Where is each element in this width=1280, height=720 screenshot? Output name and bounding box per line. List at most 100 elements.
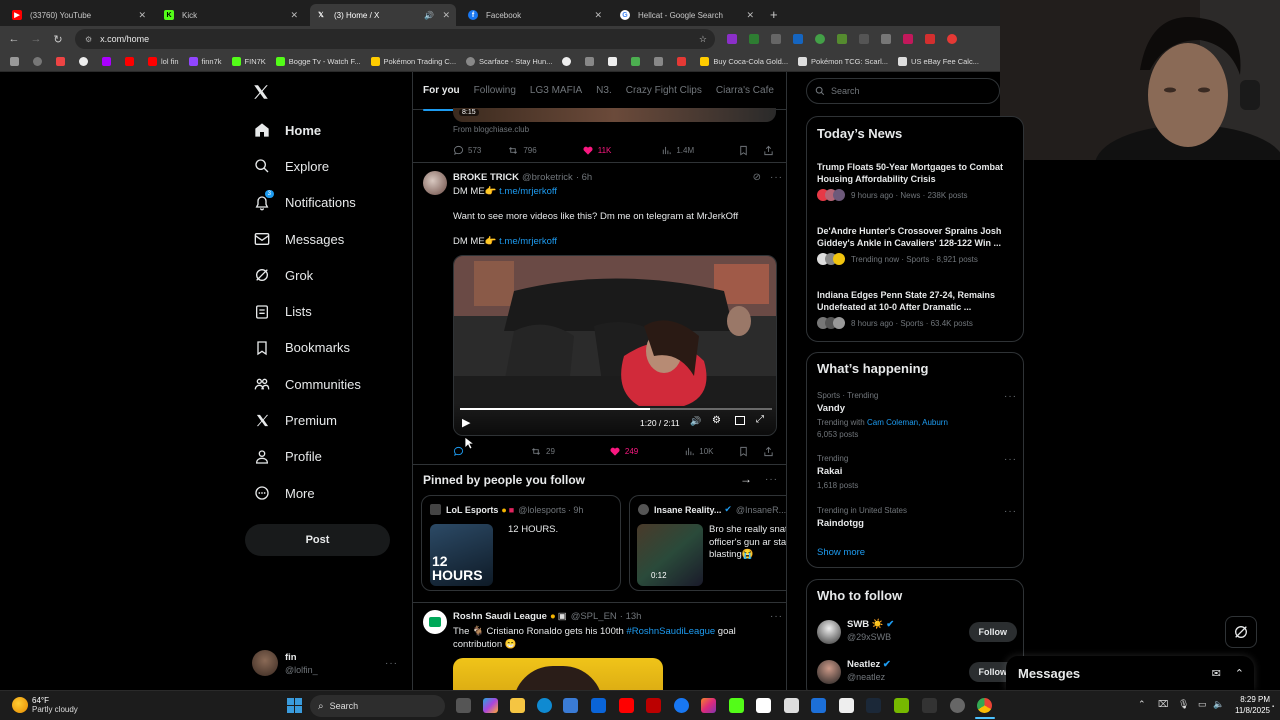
- extension-icon[interactable]: [771, 34, 781, 44]
- views-button[interactable]: 1.4M: [661, 145, 694, 156]
- news-item[interactable]: Trump Floats 50-Year Mortgages to Combat…: [817, 161, 1017, 201]
- bookmark-ebay-fee[interactable]: US eBay Fee Calc...: [898, 57, 979, 66]
- more-icon[interactable]: ···: [765, 474, 778, 485]
- bookmark-finn7k[interactable]: finn7k: [188, 57, 222, 66]
- bookmark-icon[interactable]: [562, 57, 575, 66]
- nav-bookmarks[interactable]: Bookmarks: [248, 330, 408, 366]
- bookmark-pokemon-tcg[interactable]: Pokémon TCG: Scarl...: [798, 57, 888, 66]
- nav-premium[interactable]: Premium: [248, 402, 408, 438]
- fullscreen-icon[interactable]: ⤢: [756, 414, 764, 425]
- bookmark-button[interactable]: [738, 446, 753, 457]
- forward-arrow-icon[interactable]: →: [25, 33, 47, 45]
- bookmark-lol-fin[interactable]: lol fin: [148, 57, 179, 66]
- close-icon[interactable]: ✕: [594, 10, 602, 21]
- bookmark-icon[interactable]: [654, 57, 667, 66]
- app-icon[interactable]: [950, 698, 965, 713]
- hashtag-link[interactable]: #RoshnSaudiLeague: [626, 626, 715, 637]
- bookmark-icon[interactable]: [608, 57, 621, 66]
- amazon-icon[interactable]: [784, 698, 799, 713]
- author-name[interactable]: BROKE TRICK: [453, 172, 519, 183]
- nav-profile[interactable]: Profile: [248, 439, 408, 475]
- outlook-icon[interactable]: [591, 698, 606, 713]
- like-button[interactable]: 11K: [582, 145, 611, 156]
- notification-icon[interactable]: ▪: [1272, 704, 1274, 710]
- tiktok-icon[interactable]: [756, 698, 771, 713]
- previous-post-media[interactable]: 8:15: [453, 108, 776, 122]
- author-handle[interactable]: @broketrick: [522, 172, 573, 183]
- reload-icon[interactable]: ↻: [47, 33, 69, 46]
- back-arrow-icon[interactable]: ←: [3, 33, 25, 45]
- trend-links[interactable]: Cam Coleman, Auburn: [867, 418, 948, 427]
- new-message-icon[interactable]: ✉: [1212, 667, 1221, 680]
- bookmark-icon[interactable]: [631, 57, 644, 66]
- tweet-time[interactable]: · 13h: [620, 611, 642, 622]
- extension-icon[interactable]: [859, 34, 869, 44]
- tab-following[interactable]: Following: [474, 85, 516, 96]
- bookmark-coca-cola[interactable]: Buy Coca-Cola Gold...: [700, 57, 788, 66]
- account-switcher[interactable]: fin @lolfin_ ···: [252, 648, 402, 678]
- post-button[interactable]: Post: [245, 524, 390, 556]
- picture-in-picture-icon[interactable]: [735, 416, 745, 425]
- browser-tab-youtube[interactable]: ▶ (33760) YouTube ✕: [6, 4, 152, 26]
- store-icon[interactable]: [563, 698, 578, 713]
- netflix-icon[interactable]: [646, 698, 661, 713]
- extension-icon[interactable]: [793, 34, 803, 44]
- play-icon[interactable]: ▶: [462, 416, 470, 429]
- nav-grok[interactable]: Grok: [248, 257, 408, 293]
- kick-icon[interactable]: [729, 698, 744, 713]
- extension-icon[interactable]: [947, 34, 957, 44]
- speaker-icon[interactable]: 🔊: [424, 11, 434, 20]
- search-input[interactable]: Search: [806, 78, 1000, 104]
- site-info-icon[interactable]: ⚙: [85, 35, 92, 44]
- close-icon[interactable]: ✕: [442, 10, 450, 21]
- more-icon[interactable]: ···: [1004, 506, 1017, 517]
- card-source[interactable]: From blogchiase.club: [453, 125, 529, 134]
- tab-ciarras-cafe[interactable]: Ciarra's Cafe: [716, 85, 774, 96]
- nav-communities[interactable]: Communities: [248, 366, 408, 402]
- trend-item[interactable]: Trending in United States Raindotgg ···: [817, 506, 1017, 529]
- follow-suggestion[interactable]: Neatlez ✔ @neatlez Follow: [817, 658, 1017, 688]
- extension-icon[interactable]: [727, 34, 737, 44]
- taskbar-search[interactable]: ⌕ Search: [310, 695, 445, 717]
- instagram-icon[interactable]: [701, 698, 716, 713]
- like-button[interactable]: 249: [609, 446, 638, 457]
- views-button[interactable]: 10K: [684, 446, 714, 457]
- extension-icon[interactable]: [837, 34, 847, 44]
- grok-floating-button[interactable]: [1225, 616, 1257, 648]
- repost-button[interactable]: 796: [507, 145, 537, 156]
- reply-button[interactable]: 573: [453, 145, 481, 156]
- news-item[interactable]: De'Andre Hunter's Crossover Sprains Josh…: [817, 225, 1017, 265]
- extension-icon[interactable]: [881, 34, 891, 44]
- nav-explore[interactable]: Explore: [248, 148, 408, 184]
- account-more-icon[interactable]: ···: [385, 658, 398, 669]
- more-icon[interactable]: ···: [1004, 454, 1017, 465]
- chevron-up-icon[interactable]: ⌃: [1138, 699, 1146, 710]
- windows-start-icon[interactable]: [287, 698, 302, 713]
- grok-icon[interactable]: ⊘: [753, 172, 761, 183]
- speaker-icon[interactable]: 🔈: [1213, 699, 1224, 710]
- nav-more[interactable]: More: [248, 475, 408, 511]
- settings-icon[interactable]: ⚙: [712, 415, 721, 426]
- microphone-icon[interactable]: 🎙: [1178, 699, 1189, 710]
- task-view-icon[interactable]: [456, 698, 471, 713]
- edge-icon[interactable]: [537, 698, 552, 713]
- bookmark-icon[interactable]: [79, 57, 92, 66]
- trend-item[interactable]: Sports · Trending Vandy Trending with Ca…: [817, 391, 1017, 439]
- bookmark-icon[interactable]: [125, 57, 138, 66]
- browser-tab-google[interactable]: G Hellcat - Google Search ✕: [614, 4, 760, 26]
- tab-n3[interactable]: N3.: [596, 85, 612, 96]
- share-button[interactable]: [763, 446, 778, 457]
- youtube-icon[interactable]: [619, 698, 634, 713]
- file-explorer-icon[interactable]: [510, 698, 525, 713]
- telegram-link[interactable]: t.me/mrjerkoff: [499, 186, 557, 197]
- arrow-right-icon[interactable]: →: [740, 472, 752, 486]
- address-bar[interactable]: ⚙ x.com/home ☆: [75, 29, 715, 49]
- bookmark-fin7k[interactable]: FIN7K: [231, 57, 266, 66]
- chrome-icon[interactable]: [977, 698, 992, 713]
- nav-notifications[interactable]: 3 Notifications: [248, 185, 408, 221]
- messages-drawer[interactable]: Messages ✉ ⌃: [1006, 656, 1254, 690]
- display-icon[interactable]: ▭: [1198, 699, 1207, 710]
- share-button[interactable]: [763, 145, 778, 156]
- close-icon[interactable]: ✕: [746, 10, 754, 21]
- show-more-link[interactable]: Show more: [817, 547, 865, 558]
